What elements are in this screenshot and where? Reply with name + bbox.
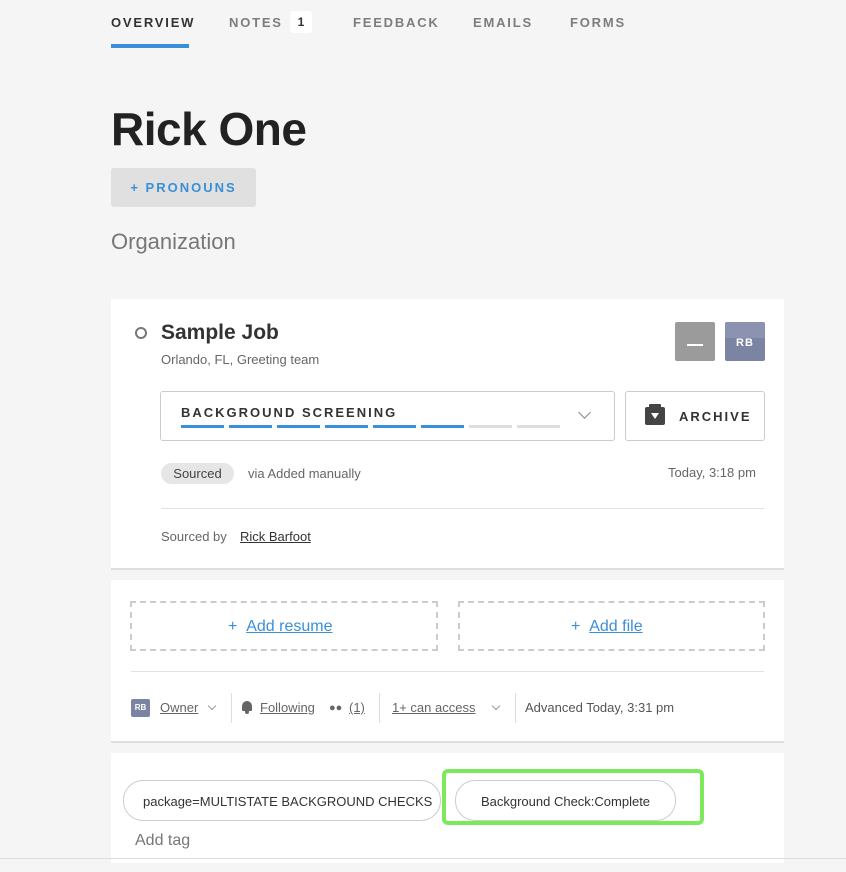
organization-field[interactable]: Organization — [111, 229, 236, 255]
stage-segment — [181, 425, 224, 428]
stage-segment — [373, 425, 416, 428]
tab-feedback[interactable]: FEEDBACK — [353, 15, 440, 30]
notes-count-badge: 1 — [290, 11, 312, 33]
stage-segment — [325, 425, 368, 428]
stage-segment — [277, 425, 320, 428]
stage-segment — [517, 425, 560, 428]
tab-overview[interactable]: OVERVIEW — [111, 15, 195, 30]
tab-notes[interactable]: NOTES — [229, 15, 283, 30]
divider — [131, 671, 764, 672]
sourced-by-link[interactable]: Rick Barfoot — [240, 529, 311, 544]
divider — [379, 693, 380, 723]
add-pronouns-button[interactable]: + PRONOUNS — [111, 168, 256, 207]
add-resume-link[interactable]: Add resume — [246, 618, 332, 635]
access-dropdown[interactable]: 1+ can access — [392, 700, 475, 715]
job-subtitle: Orlando, FL, Greeting team — [161, 352, 320, 367]
tag-chip[interactable]: package=MULTISTATE BACKGROUND CHECKS — [123, 780, 441, 821]
avatar-initials: RB — [736, 337, 754, 349]
divider — [515, 693, 516, 723]
stage-label: BACKGROUND SCREENING — [181, 405, 398, 420]
followers-count-link[interactable]: (1) — [349, 700, 365, 715]
stage-progress — [181, 425, 560, 428]
status-circle-icon — [135, 327, 147, 339]
collapse-button[interactable] — [675, 322, 715, 361]
stage-segment — [421, 425, 464, 428]
divider — [231, 693, 232, 723]
archive-button[interactable]: ARCHIVE — [625, 391, 765, 441]
stage-segment — [229, 425, 272, 428]
add-file-dropzone[interactable]: + Add file — [458, 601, 765, 651]
avatar[interactable]: RB — [725, 322, 765, 361]
archive-box-icon — [645, 404, 665, 425]
people-icon: ●● — [329, 702, 343, 714]
tag-chip[interactable]: Background Check:Complete — [455, 780, 676, 821]
add-file-link[interactable]: Add file — [589, 618, 642, 635]
active-tab-indicator — [111, 44, 189, 48]
stage-dropdown[interactable]: BACKGROUND SCREENING — [160, 391, 615, 441]
sourced-timestamp: Today, 3:18 pm — [668, 465, 756, 480]
tab-forms[interactable]: FORMS — [570, 15, 626, 30]
chevron-down-icon — [578, 406, 591, 419]
source-via: via Added manually — [248, 466, 361, 481]
divider — [0, 858, 846, 859]
owner-avatar: RB — [131, 699, 150, 717]
divider — [161, 508, 764, 509]
add-tag-input[interactable]: Add tag — [135, 832, 190, 850]
archive-label: ARCHIVE — [679, 409, 752, 424]
add-resume-dropzone[interactable]: + Add resume — [130, 601, 438, 651]
plus-icon: + — [228, 618, 238, 635]
plus-icon: + — [571, 618, 581, 635]
source-badge: Sourced — [161, 463, 234, 484]
following-toggle[interactable]: Following — [260, 700, 315, 715]
owner-dropdown[interactable]: Owner — [160, 700, 198, 715]
bell-icon — [242, 701, 252, 714]
sourced-by-label: Sourced by — [161, 529, 227, 544]
advanced-timestamp: Advanced Today, 3:31 pm — [525, 700, 675, 715]
stage-segment — [469, 425, 512, 428]
candidate-name: Rick One — [111, 103, 307, 155]
job-title[interactable]: Sample Job — [161, 321, 279, 345]
tab-emails[interactable]: EMAILS — [473, 15, 533, 30]
